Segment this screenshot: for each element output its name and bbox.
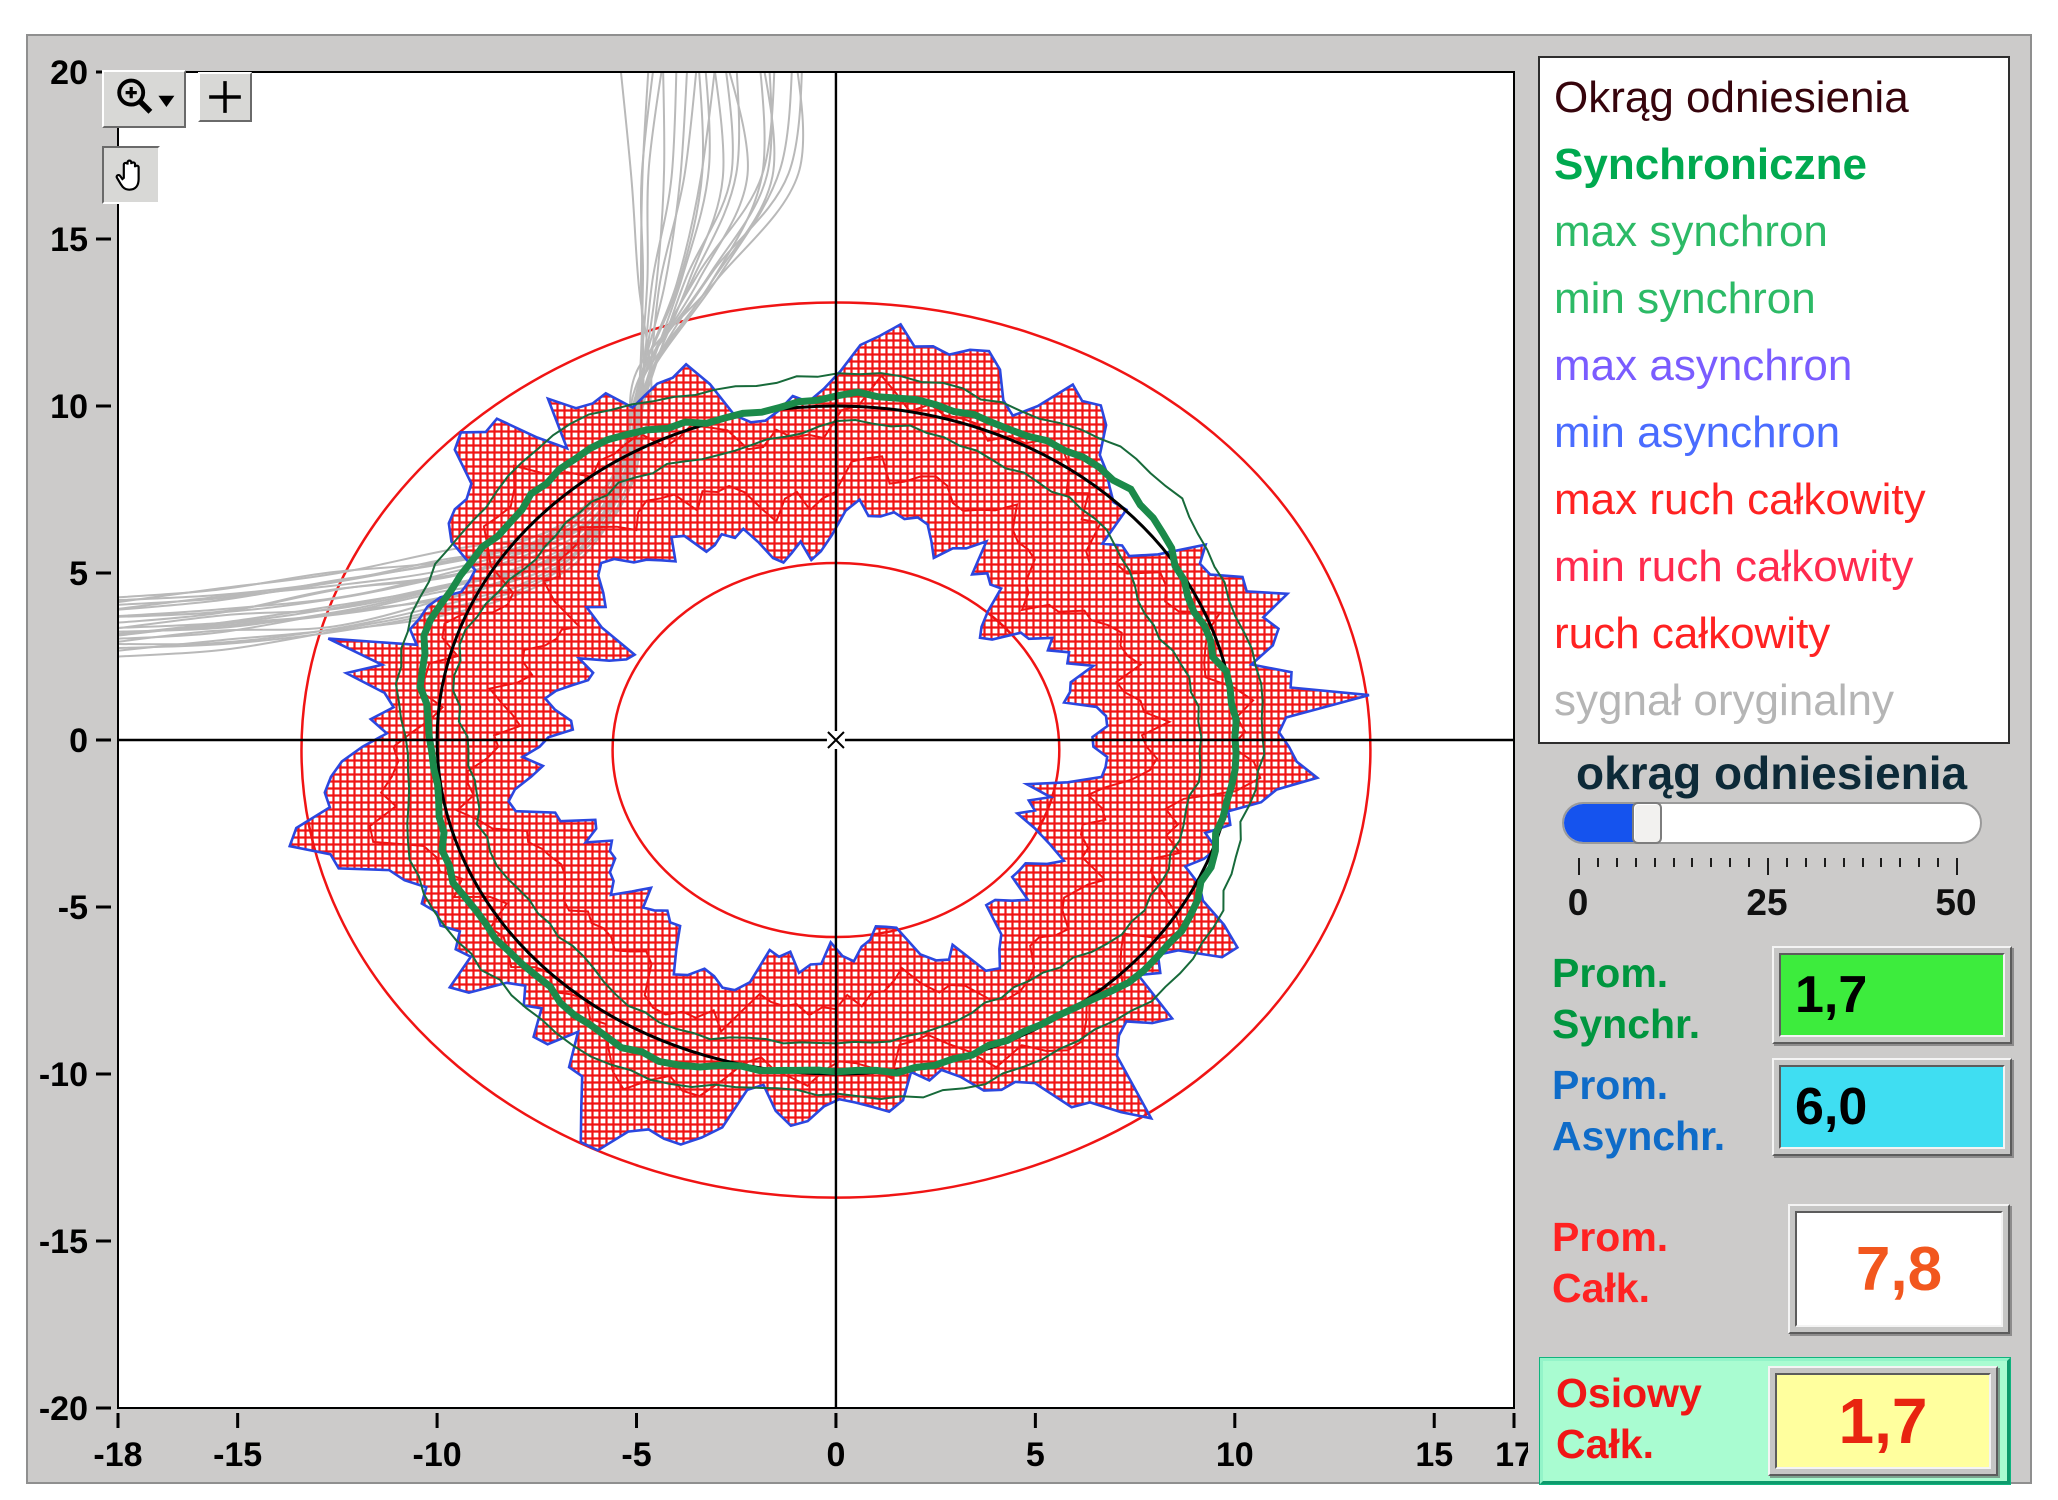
prom-asynchr-value: 6,0: [1779, 1065, 2005, 1149]
reference-circle-slider-label: okrąg odniesienia: [1576, 747, 1968, 799]
scale-tick: [1785, 858, 1788, 867]
label-line: Prom.: [1552, 1062, 1669, 1108]
axis-tick-label: 5: [1026, 1436, 1045, 1474]
axis-tick-label: -5: [621, 1436, 651, 1474]
scale-tick: [1596, 858, 1599, 867]
axis-tick-label: 15: [50, 221, 88, 259]
axis-tick-label: 5: [69, 555, 88, 593]
scale-tick: [1653, 858, 1656, 867]
legend-item[interactable]: Synchroniczne: [1554, 131, 2008, 198]
axis-tick-label: 15: [1415, 1436, 1453, 1474]
osiowy-calk-value: 1,7: [1775, 1373, 1991, 1469]
magnifier-icon: [117, 78, 175, 114]
scale-tick: [1710, 858, 1713, 867]
osiowy-calk-label: Osiowy Całk.: [1556, 1368, 1702, 1470]
zoom-tool-button[interactable]: [102, 70, 186, 128]
axis-tick-label: -5: [58, 889, 88, 927]
scale-label: 25: [1746, 882, 1788, 923]
legend-item[interactable]: max ruch całkowity: [1554, 466, 2008, 533]
slider-scale-labels: 0 25 50: [1568, 882, 1977, 926]
axis-tick-label: -10: [39, 1056, 88, 1094]
scale-tick: [1937, 858, 1940, 867]
application-window: { "toolbar": { "buttons": [ {"name": "zo…: [0, 0, 2058, 1500]
scale-tick: [1804, 858, 1807, 867]
scale-tick: [1672, 858, 1675, 867]
scale-tick: [1880, 858, 1883, 867]
crosshair-tool-button[interactable]: [198, 72, 252, 122]
osiowy-calk-indicator: 1,7: [1768, 1366, 1998, 1476]
label-line: Prom.: [1552, 950, 1669, 996]
scale-tick: [1861, 858, 1864, 867]
legend-item[interactable]: ruch całkowity: [1554, 600, 2008, 667]
plus-icon: [209, 81, 241, 113]
axis-tick-label: -15: [39, 1223, 88, 1261]
scale-tick: [1578, 858, 1580, 875]
scale-tick: [1767, 858, 1769, 875]
prom-calk-value: 7,8: [1795, 1211, 2003, 1327]
scale-tick: [1918, 858, 1921, 867]
label-line: Całk.: [1552, 1265, 1650, 1311]
legend-item[interactable]: Okrąg odniesienia: [1554, 64, 2008, 131]
prom-synchr-label: Prom. Synchr.: [1552, 948, 1700, 1050]
axis-tick-label: 0: [69, 722, 88, 760]
scale-tick: [1691, 858, 1694, 867]
scale-label: 0: [1567, 882, 1589, 923]
scale-tick: [1729, 858, 1732, 867]
prom-calk-label: Prom. Całk.: [1552, 1212, 1668, 1314]
scale-tick: [1634, 858, 1637, 867]
axis-tick-label: 17: [1495, 1436, 1528, 1474]
axis-tick-label: -10: [413, 1436, 462, 1474]
axis-tick-label: 0: [826, 1436, 845, 1474]
prom-synchr-indicator: 1,7: [1772, 946, 2012, 1044]
pan-tool-button[interactable]: [102, 146, 160, 204]
label-line: Prom.: [1552, 1214, 1669, 1260]
label-line: Asynchr.: [1552, 1113, 1726, 1159]
scale-tick: [1615, 858, 1618, 867]
label-line: Osiowy: [1556, 1370, 1702, 1416]
scale-tick: [1956, 858, 1958, 875]
prom-calk-indicator: 7,8: [1788, 1204, 2010, 1334]
axis-tick-label: 10: [50, 388, 88, 426]
label-line: Całk.: [1556, 1421, 1654, 1467]
legend-item[interactable]: max asynchron: [1554, 332, 2008, 399]
legend-item[interactable]: min ruch całkowity: [1554, 533, 2008, 600]
legend-item[interactable]: max synchron: [1554, 198, 2008, 265]
axis-tick-label: -18: [93, 1436, 142, 1474]
scale-tick: [1823, 858, 1826, 867]
axis-tick-label: 20: [50, 54, 88, 92]
slider-scale: [1578, 858, 1958, 878]
scale-tick: [1842, 858, 1845, 867]
axis-tick-label: 10: [1216, 1436, 1254, 1474]
axis-tick-label: -15: [213, 1436, 262, 1474]
slider-knob[interactable]: [1632, 802, 1662, 844]
legend-item[interactable]: sygnał oryginalny: [1554, 667, 2008, 734]
scale-label: 50: [1935, 882, 1977, 923]
legend-panel: Okrąg odniesienia Synchroniczne max synchr…: [1538, 56, 2010, 744]
scale-tick: [1899, 858, 1902, 867]
axis-tick-label: -20: [39, 1390, 88, 1428]
scale-tick: [1748, 858, 1751, 867]
reference-circle-slider[interactable]: [1562, 802, 1982, 844]
prom-synchr-value: 1,7: [1779, 953, 2005, 1037]
legend-item[interactable]: min asynchron: [1554, 399, 2008, 466]
hand-icon: [115, 159, 140, 191]
legend-item[interactable]: min synchron: [1554, 265, 2008, 332]
prom-asynchr-label: Prom. Asynchr.: [1552, 1060, 1725, 1162]
orbit-plot[interactable]: 20 15 10 5 0 -5 -10 -15 -20-18 -15 -10 -5 0 5 10 15 17: [8, 36, 1528, 1486]
label-line: Synchr.: [1552, 1001, 1701, 1047]
prom-asynchr-indicator: 6,0: [1772, 1058, 2012, 1156]
